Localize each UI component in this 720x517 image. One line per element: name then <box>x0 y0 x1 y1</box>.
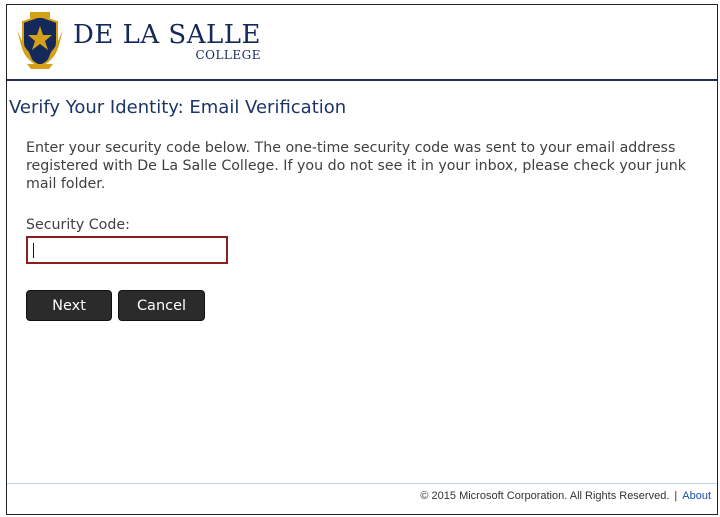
security-code-input[interactable] <box>26 236 228 264</box>
crest-icon <box>17 12 63 69</box>
brand-name-top: DE LA SALLE <box>73 19 261 50</box>
college-logo: DE LA SALLE COLLEGE <box>15 11 261 71</box>
verification-form: Enter your security code below. The one-… <box>26 139 696 321</box>
cancel-button[interactable]: Cancel <box>118 290 205 321</box>
copyright-text: © 2015 Microsoft Corporation. All Rights… <box>420 490 670 502</box>
page-frame: DE LA SALLE COLLEGE Verify Your Identity… <box>6 4 718 515</box>
next-button[interactable]: Next <box>26 290 112 321</box>
footer-divider <box>7 483 717 484</box>
footer-separator: | <box>674 490 678 502</box>
security-code-label: Security Code: <box>26 217 130 233</box>
footer: © 2015 Microsoft Corporation. All Rights… <box>420 490 711 502</box>
text-caret <box>33 243 34 258</box>
header: DE LA SALLE COLLEGE <box>7 5 717 81</box>
college-wordmark: DE LA SALLE COLLEGE <box>73 22 261 61</box>
instructions-text: Enter your security code below. The one-… <box>26 140 686 192</box>
page-title: Verify Your Identity: Email Verification <box>9 97 347 118</box>
about-link[interactable]: About <box>682 490 711 502</box>
brand-name-bottom: COLLEGE <box>195 47 261 62</box>
